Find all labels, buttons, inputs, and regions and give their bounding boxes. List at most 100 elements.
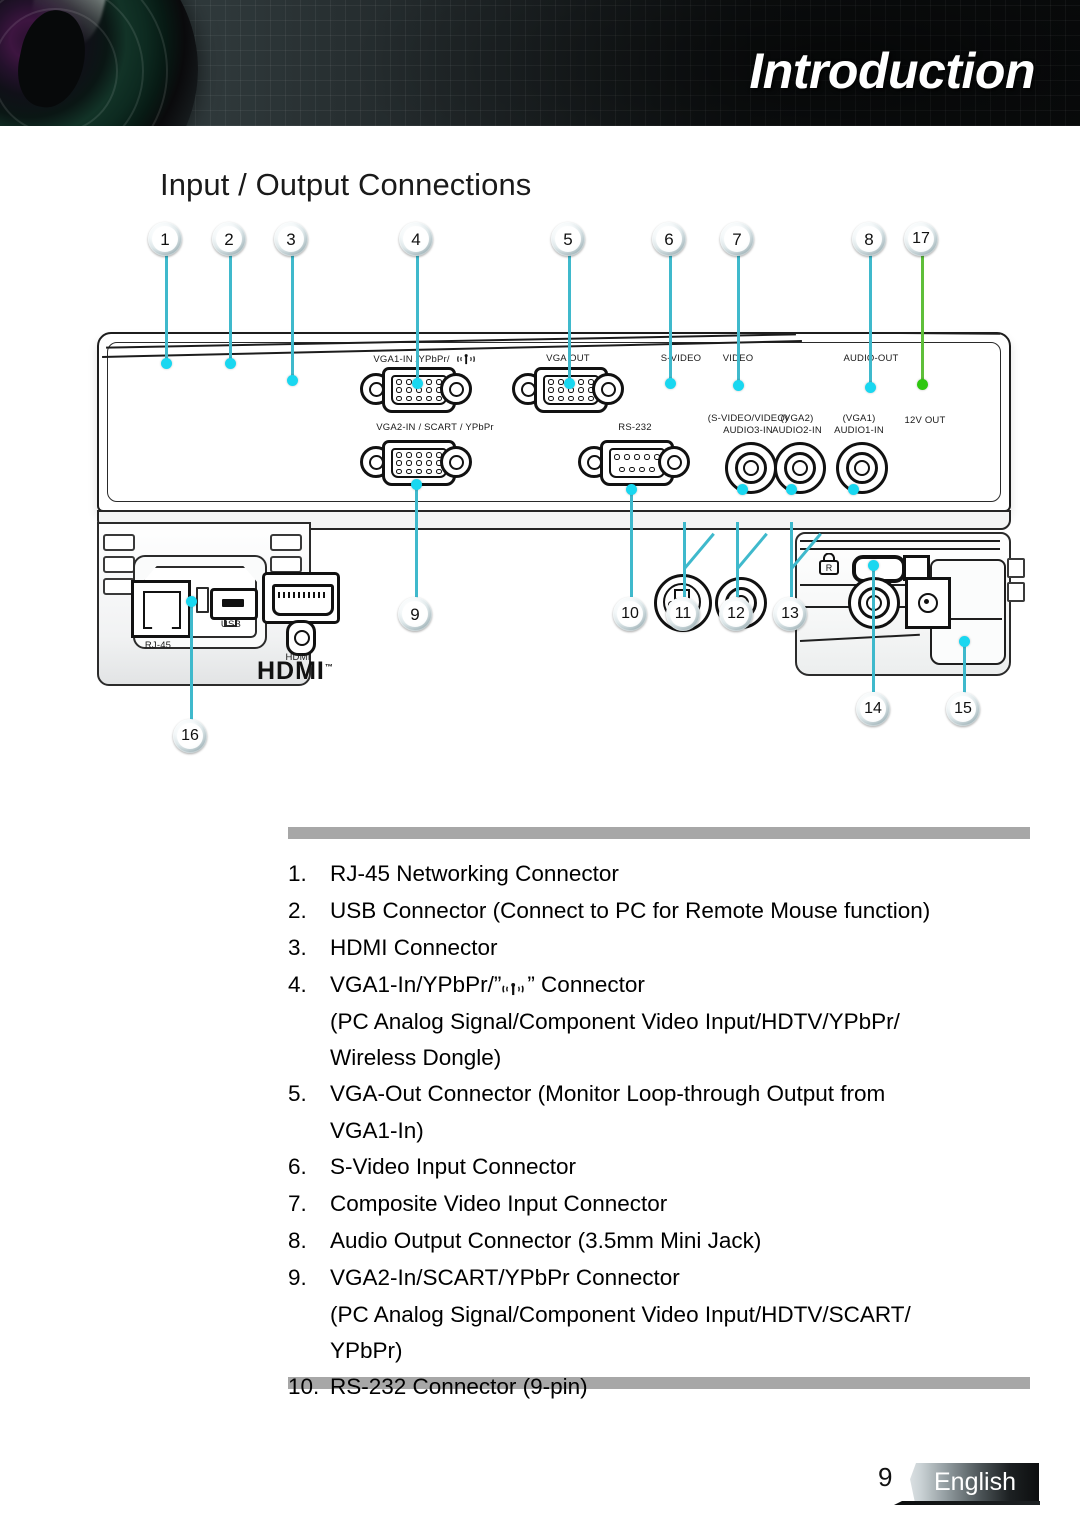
- list-item-number: 10.: [288, 1374, 320, 1399]
- leader-line-7: [737, 255, 740, 385]
- hdmi-screw-hole: [286, 620, 316, 656]
- leader-line-11-seg: [683, 522, 686, 597]
- audio1-in-port: [836, 442, 888, 494]
- callout-17[interactable]: 17: [904, 222, 938, 256]
- leader-dot-1: [161, 358, 172, 369]
- leader-line-12-seg: [736, 522, 739, 597]
- callout-13-label: 13: [781, 605, 799, 622]
- callout-4-label: 4: [411, 229, 421, 249]
- leader-line-11-diag: [683, 532, 715, 570]
- leader-dot-17: [917, 379, 928, 390]
- language-label: English: [934, 1468, 1016, 1496]
- callout-15[interactable]: 15: [946, 692, 980, 726]
- callout-13[interactable]: 13: [773, 597, 807, 631]
- list-item-number: 6.: [288, 1154, 307, 1179]
- list-item-continuation: (PC Analog Signal/Component Video Input/…: [330, 1302, 911, 1327]
- vent-slot: [103, 534, 135, 551]
- callout-7[interactable]: 7: [720, 222, 754, 256]
- list-item: 4. VGA1-In/YPbPr/” ” Connector: [288, 967, 1040, 1003]
- callout-15-label: 15: [954, 700, 972, 717]
- leader-dot-11: [737, 484, 748, 495]
- list-item-text: USB Connector (Connect to PC for Remote …: [330, 898, 931, 923]
- vga2-in-port: [360, 440, 472, 486]
- kensington-lock-icon: R: [818, 552, 840, 575]
- callout-12[interactable]: 12: [719, 597, 753, 631]
- vga2-in-label: VGA2-IN / SCART / YPbPr: [376, 422, 494, 433]
- leader-line-1: [165, 255, 168, 365]
- leader-dot-5: [564, 378, 575, 389]
- leader-dot-9: [411, 479, 422, 490]
- callout-11[interactable]: 11: [666, 597, 700, 631]
- callout-2-label: 2: [224, 229, 234, 249]
- list-item: 1. RJ-45 Networking Connector: [288, 856, 1040, 892]
- vent-slot: [270, 534, 302, 551]
- list-item: 2. USB Connector (Connect to PC for Remo…: [288, 893, 1040, 929]
- leader-line-3: [291, 255, 294, 380]
- leader-dot-14: [868, 560, 879, 571]
- wireless-dongle-icon: [501, 969, 527, 996]
- callout-8[interactable]: 8: [852, 222, 886, 256]
- callout-7-label: 7: [732, 229, 742, 249]
- list-item-text: RS-232 Connector (9-pin): [330, 1374, 588, 1399]
- list-item-text-post: ” Connector: [527, 972, 645, 997]
- leader-dot-16: [186, 596, 197, 607]
- list-item-text: VGA-Out Connector (Monitor Loop-through …: [330, 1081, 886, 1106]
- leader-line-5: [568, 255, 571, 383]
- svg-text:R: R: [826, 563, 833, 573]
- list-item-number: 7.: [288, 1191, 307, 1216]
- callout-14[interactable]: 14: [856, 692, 890, 726]
- callout-5-label: 5: [563, 229, 573, 249]
- callout-6[interactable]: 6: [652, 222, 686, 256]
- leader-line-6: [669, 255, 672, 383]
- hdmi-logo-text: HDMI: [257, 657, 325, 685]
- callout-10[interactable]: 10: [613, 597, 647, 631]
- hdmi-logo-tm: ™: [324, 662, 334, 672]
- callout-3[interactable]: 3: [274, 222, 308, 256]
- leader-dot-4: [412, 378, 423, 389]
- connector-list: 1. RJ-45 Networking Connector 2. USB Con…: [288, 856, 1040, 1406]
- list-item-text: VGA1-In/YPbPr/” ” Connector: [330, 967, 645, 1003]
- leader-dot-8: [865, 382, 876, 393]
- vent-slot: [103, 556, 135, 573]
- callout-9-label: 9: [410, 604, 420, 624]
- chassis-line: [800, 548, 1000, 550]
- audio1-in-label-top: (VGA1): [842, 413, 876, 424]
- callout-4[interactable]: 4: [399, 222, 433, 256]
- leader-dot-6: [665, 378, 676, 389]
- leader-dot-2: [225, 358, 236, 369]
- list-item: 9. VGA2-In/SCART/YPbPr Connector: [288, 1260, 1040, 1296]
- callout-5[interactable]: 5: [551, 222, 585, 256]
- list-item: 5. VGA-Out Connector (Monitor Loop-throu…: [288, 1076, 1040, 1112]
- list-item-number: 2.: [288, 898, 307, 923]
- list-item-text-pre: VGA1-In/YPbPr/”: [330, 972, 502, 997]
- list-item: 6. S-Video Input Connector: [288, 1149, 1040, 1185]
- list-item-continuation: VGA1-In): [330, 1118, 424, 1143]
- list-item-number: 5.: [288, 1081, 307, 1106]
- side-tab: [1007, 558, 1025, 578]
- page-title: Introduction: [749, 43, 1035, 99]
- callout-3-label: 3: [286, 229, 296, 249]
- list-item-text: RJ-45 Networking Connector: [330, 861, 619, 886]
- list-item-number: 9.: [288, 1265, 307, 1290]
- separator-bar-top: [288, 827, 1030, 839]
- callout-12-label: 12: [727, 605, 745, 622]
- usb-label: USB: [220, 619, 242, 630]
- leader-dot-3: [287, 375, 298, 386]
- leader-dot-15: [959, 636, 970, 647]
- io-connections-diagram: R RJ-45 USB HDMI HDMI™ VGA1-IN /YPbPr/ V…: [0, 222, 1080, 792]
- callout-9[interactable]: 9: [398, 597, 432, 631]
- leader-line-16: [190, 602, 193, 720]
- callout-16-label: 16: [181, 727, 199, 744]
- leader-dot-13: [848, 484, 859, 495]
- callout-2[interactable]: 2: [212, 222, 246, 256]
- leader-dot-7: [733, 380, 744, 391]
- callout-16[interactable]: 16: [173, 719, 207, 753]
- list-item-text: Audio Output Connector (3.5mm Mini Jack): [330, 1228, 762, 1253]
- leader-line-15: [963, 642, 966, 695]
- leader-line-9: [415, 487, 418, 599]
- callout-11-label: 11: [674, 605, 692, 622]
- 12v-out-label: 12V OUT: [904, 415, 946, 426]
- list-item-number: 8.: [288, 1228, 307, 1253]
- callout-1[interactable]: 1: [148, 222, 182, 256]
- list-item-number: 3.: [288, 935, 307, 960]
